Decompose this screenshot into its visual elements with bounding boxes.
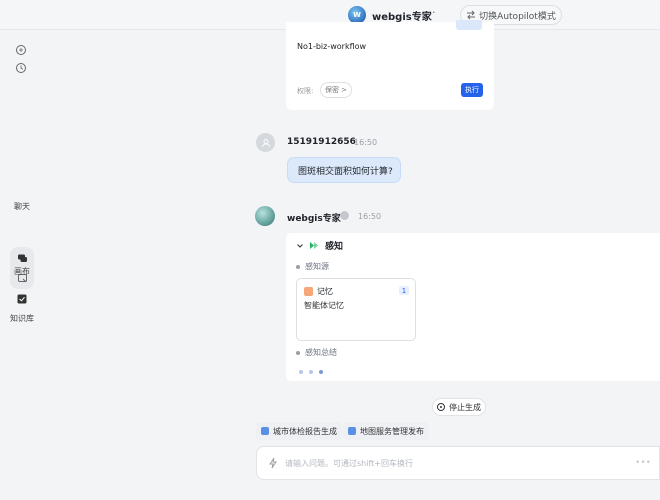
- shortcut-label: 地图服务管理发布: [360, 426, 424, 436]
- history-icon: [16, 63, 26, 73]
- map-service-icon: [348, 427, 356, 435]
- chat-icon: [17, 254, 27, 262]
- workflow-card: No1-biz-workflow 权限: 保密 > 执行: [286, 20, 494, 110]
- user-avatar: [256, 133, 275, 152]
- perception-summary-label: 感知总结: [305, 348, 337, 357]
- knowledge-base-button[interactable]: [14, 291, 30, 307]
- canvas-section-label: 画布: [14, 267, 30, 276]
- execute-button[interactable]: 执行: [461, 83, 483, 97]
- left-sidebar: 聊天 画布 知识库: [0, 30, 44, 500]
- perception-header[interactable]: 感知: [296, 239, 343, 252]
- memory-source-card[interactable]: 记忆 1 智能体记忆: [296, 278, 416, 341]
- chat-nav-button[interactable]: [14, 250, 30, 266]
- message-composer: •••: [256, 446, 660, 480]
- chat-bubble-icon: [16, 45, 26, 55]
- memory-title: 记忆: [317, 287, 333, 296]
- memory-count-badge: 1: [399, 286, 409, 295]
- perception-summary-item: 感知总结: [296, 347, 337, 358]
- perception-title: 感知: [325, 242, 344, 252]
- permission-select[interactable]: 保密 >: [320, 82, 352, 98]
- perception-icon: [310, 242, 318, 249]
- report-icon: [261, 427, 269, 435]
- stop-generating-button[interactable]: 停止生成: [432, 398, 486, 416]
- knowledge-base-label: 知识库: [10, 314, 34, 323]
- shortcut-chip-city-report[interactable]: 城市体检报告生成: [256, 422, 342, 440]
- stop-icon: [437, 403, 445, 411]
- permission-label: 权限:: [297, 87, 314, 95]
- lightning-icon[interactable]: [267, 457, 279, 469]
- history-button[interactable]: [11, 59, 31, 77]
- user-message-time: 16:50: [354, 138, 378, 147]
- memory-icon: [304, 287, 313, 296]
- more-options-button[interactable]: ···: [423, 6, 437, 19]
- agent-message-time: 16:50: [358, 212, 382, 221]
- agent-settings-icon: [340, 211, 349, 220]
- perception-source-label: 感知源: [305, 262, 329, 271]
- memory-description: 智能体记忆: [304, 301, 344, 310]
- stop-label: 停止生成: [449, 402, 481, 412]
- shortcut-label: 城市体检报告生成: [273, 426, 337, 436]
- new-chat-button[interactable]: [11, 41, 31, 59]
- chat-section-label: 聊天: [14, 202, 30, 211]
- agent-avatar: [255, 206, 275, 226]
- perception-source-item: 感知源: [296, 261, 329, 272]
- user-name: 15191912656: [287, 137, 356, 147]
- autopilot-label: 切换Autopilot模式: [479, 11, 556, 22]
- knowledge-base-icon: [17, 294, 27, 304]
- bullet-dot: [296, 264, 300, 269]
- agent-name: webgis专家: [287, 214, 341, 224]
- workflow-name: No1-biz-workflow: [297, 42, 367, 51]
- message-input[interactable]: [285, 455, 625, 471]
- chevron-down-icon: [297, 243, 303, 248]
- shortcut-chip-map-service[interactable]: 地图服务管理发布: [343, 422, 429, 440]
- perception-card: 感知 感知源 记忆 1 智能体记忆 感知总结: [286, 233, 660, 381]
- loading-indicator: [299, 370, 323, 374]
- user-message-bubble: 图斑相交面积如何计算?: [287, 157, 401, 183]
- send-button[interactable]: •••: [635, 458, 651, 468]
- user-icon: [261, 138, 270, 147]
- bullet-dot: [296, 350, 300, 355]
- workflow-tag: [456, 20, 482, 30]
- swap-icon: [467, 10, 476, 20]
